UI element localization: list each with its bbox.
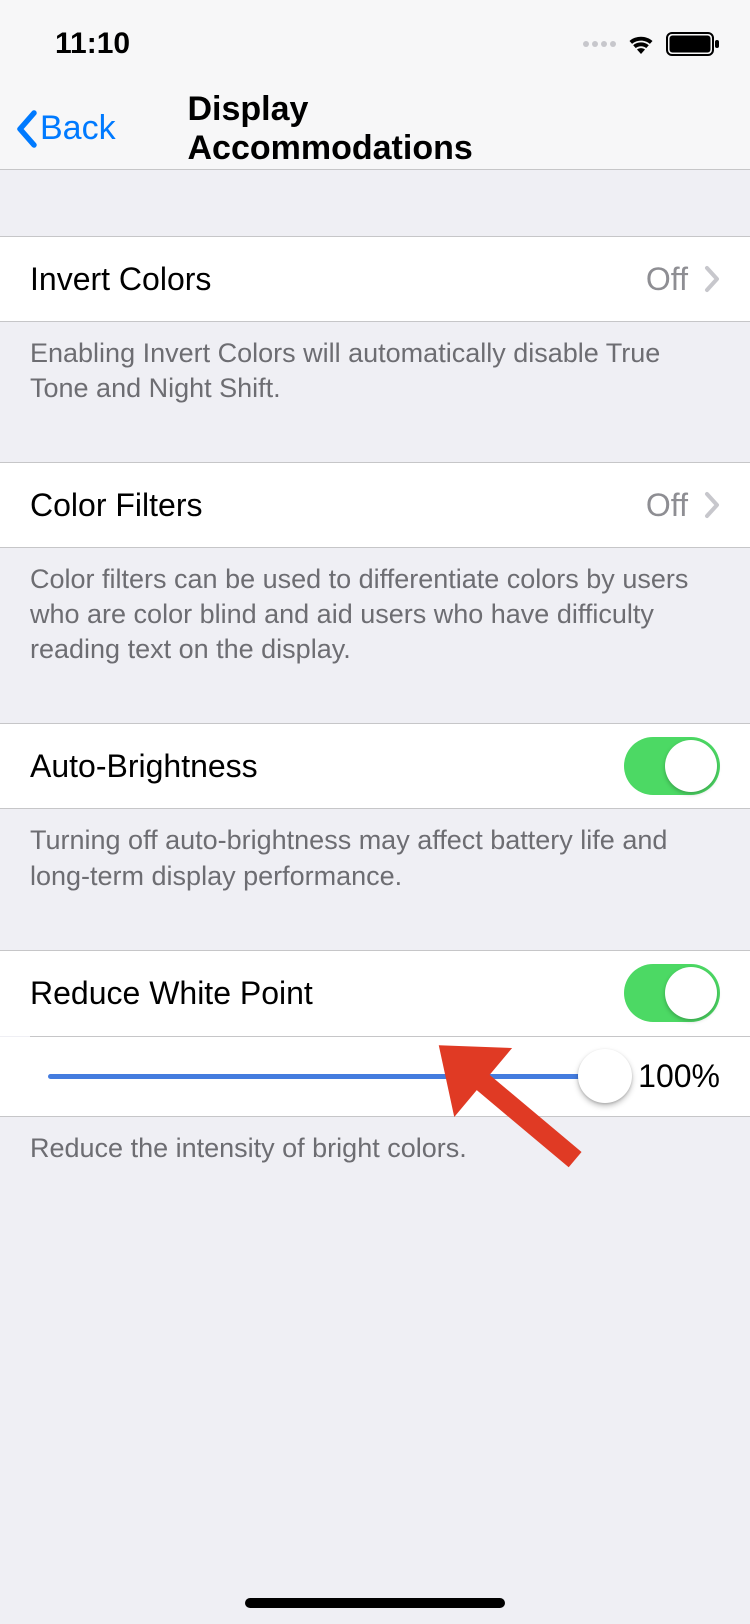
white-point-slider[interactable] xyxy=(48,1074,606,1079)
row-label: Reduce White Point xyxy=(30,975,313,1012)
row-value: Off xyxy=(646,261,688,298)
row-label: Invert Colors xyxy=(30,261,211,298)
row-footer-color-filters: Color filters can be used to differentia… xyxy=(0,548,750,667)
slider-thumb[interactable] xyxy=(578,1049,632,1103)
row-value: Off xyxy=(646,487,688,524)
row-reduce-white-point: Reduce White Point xyxy=(0,950,750,1036)
wifi-icon xyxy=(626,33,656,55)
row-auto-brightness: Auto-Brightness xyxy=(0,723,750,809)
row-color-filters[interactable]: Color Filters Off xyxy=(0,462,750,548)
auto-brightness-toggle[interactable] xyxy=(624,737,720,795)
battery-icon xyxy=(666,32,720,56)
status-indicators xyxy=(583,32,720,56)
toggle-knob xyxy=(665,967,717,1019)
row-reduce-white-point-slider: 100% xyxy=(0,1037,750,1117)
chevron-right-icon xyxy=(704,265,720,293)
toggle-knob xyxy=(665,740,717,792)
slider-value: 100% xyxy=(630,1058,720,1095)
status-bar: 11:10 xyxy=(0,0,750,88)
cellular-dots-icon xyxy=(583,41,616,47)
row-invert-colors[interactable]: Invert Colors Off xyxy=(0,236,750,322)
home-indicator xyxy=(245,1598,505,1608)
reduce-white-point-toggle[interactable] xyxy=(624,964,720,1022)
row-label: Color Filters xyxy=(30,487,202,524)
back-label: Back xyxy=(40,109,116,148)
page-title: Display Accommodations xyxy=(188,90,563,168)
chevron-right-icon xyxy=(704,491,720,519)
status-time: 11:10 xyxy=(55,27,130,61)
row-label: Auto-Brightness xyxy=(30,748,258,785)
back-button[interactable]: Back xyxy=(0,109,116,149)
row-footer-auto-brightness: Turning off auto-brightness may affect b… xyxy=(0,809,750,893)
chevron-left-icon xyxy=(14,109,38,149)
nav-header: Back Display Accommodations xyxy=(0,88,750,170)
row-footer-invert-colors: Enabling Invert Colors will automaticall… xyxy=(0,322,750,406)
row-footer-reduce-white-point: Reduce the intensity of bright colors. xyxy=(0,1117,750,1166)
